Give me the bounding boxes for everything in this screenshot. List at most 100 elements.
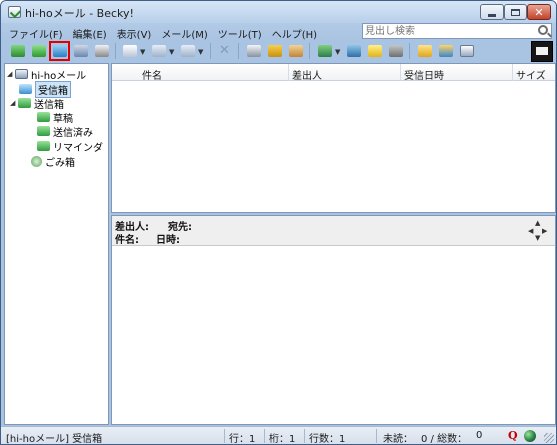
forward-icon: [180, 45, 195, 57]
tree-item-label: hi-hoメール: [31, 70, 87, 82]
menu-view[interactable]: 表示(V): [112, 24, 157, 41]
becky-logo-icon: [531, 41, 553, 62]
status-divider: [224, 429, 225, 443]
check-mail-button[interactable]: [49, 41, 70, 61]
status-bar: [hi-hoメール] 受信箱 行：1 桁：1 行数：1 未読： 0 / 総数： …: [1, 426, 556, 445]
tree-item-label: 送信箱: [34, 99, 64, 111]
column-header-date[interactable]: 受信日時: [404, 67, 444, 82]
toolbar-separator: [309, 43, 310, 59]
window-title: hi-hoメール - Becky!: [25, 7, 134, 20]
main-window: hi-hoメール - Becky! ✕ ファイル(F) 編集(E) 表示(V) …: [0, 0, 557, 445]
reminder-button[interactable]: [365, 42, 384, 60]
status-line-count: 行数：1: [309, 434, 346, 445]
resize-grip-icon[interactable]: [544, 433, 554, 443]
copy-icon: [346, 45, 361, 57]
tree-item-inbox[interactable]: 受信箱: [17, 80, 71, 98]
menu-tools[interactable]: ツール(T): [213, 24, 267, 41]
send-receive-button[interactable]: [71, 42, 90, 60]
print-button[interactable]: [92, 42, 111, 60]
receive-mail-button[interactable]: [8, 42, 27, 60]
minimize-icon: [488, 13, 496, 17]
tree-item-trash[interactable]: ごみ箱: [31, 154, 75, 169]
column-header-size[interactable]: サイズ: [516, 67, 546, 82]
q-icon[interactable]: Q: [508, 429, 520, 443]
toolbar-separator: [409, 43, 410, 59]
delete-button[interactable]: ✕: [215, 42, 234, 60]
header-search-input[interactable]: [363, 24, 533, 38]
search-icon[interactable]: [538, 25, 548, 35]
collapse-arrow-icon[interactable]: ◢: [10, 99, 18, 107]
reply-icon: [151, 45, 166, 57]
column-header-subject[interactable]: 件名: [142, 67, 162, 82]
collapse-arrow-icon[interactable]: ◢: [7, 70, 15, 78]
minimize-button[interactable]: [480, 4, 504, 20]
header-search: [362, 23, 552, 39]
nav-down-icon[interactable]: ▼: [535, 235, 540, 242]
maximize-button[interactable]: [504, 4, 527, 20]
nav-left-icon[interactable]: ◀: [528, 228, 533, 235]
column-header-from[interactable]: 差出人: [292, 67, 322, 82]
pencil-button[interactable]: [265, 42, 284, 60]
folder-tree: ◢ hi-hoメール 受信箱 ◢ 送信箱 草稿 送信済み リマインダ ごみ箱: [4, 63, 109, 425]
pencil-icon: [267, 45, 282, 57]
close-button[interactable]: ✕: [527, 4, 551, 20]
receive-all-icon: [31, 45, 46, 57]
filter-button[interactable]: [244, 42, 263, 60]
mailbox-icon: [15, 69, 28, 79]
forward-dropdown-icon[interactable]: ▼: [198, 48, 203, 56]
move-dropdown-icon[interactable]: ▼: [335, 48, 340, 56]
copy-button[interactable]: [344, 42, 363, 60]
menu-edit[interactable]: 編集(E): [68, 24, 112, 41]
column-divider[interactable]: [400, 64, 401, 81]
trash-icon: [31, 155, 42, 167]
reminder-folder-icon: [37, 141, 50, 151]
message-list-header: 件名 差出人 受信日時 サイズ: [112, 64, 555, 82]
subject-label: 件名:: [115, 235, 139, 246]
nav-right-icon[interactable]: ▶: [542, 228, 547, 235]
menu-bar: ファイル(F) 編集(E) 表示(V) メール(M) ツール(T) ヘルプ(H): [4, 24, 374, 41]
outbox-icon: [18, 98, 31, 108]
toolbar-separator: [238, 43, 239, 59]
preview-pane: 差出人: 宛先: 件名: 日時: ▲ ◀ ▶ ▼: [111, 215, 556, 425]
status-row: 行：1: [229, 434, 256, 445]
nav-up-icon[interactable]: ▲: [535, 220, 540, 227]
status-folder: [hi-hoメール] 受信箱: [6, 434, 103, 445]
globe-icon[interactable]: [524, 430, 536, 442]
status-unread: 未読：: [383, 434, 413, 445]
preview-navigation: ▲ ◀ ▶ ▼: [528, 220, 548, 242]
check-mail-icon: [52, 45, 67, 57]
column-divider[interactable]: [512, 64, 513, 81]
address-book-button[interactable]: [286, 42, 305, 60]
column-divider[interactable]: [288, 64, 289, 81]
toolbar-separator: [210, 43, 211, 59]
new-message-button[interactable]: [120, 42, 139, 60]
app-icon[interactable]: [8, 6, 21, 18]
tree-item-reminder[interactable]: リマインダ: [37, 139, 103, 154]
reply-button[interactable]: [149, 42, 168, 60]
forward-button[interactable]: [178, 42, 197, 60]
archive-icon: [388, 45, 403, 57]
archive-button[interactable]: [386, 42, 405, 60]
receive-all-button[interactable]: [29, 42, 48, 60]
menu-help[interactable]: ヘルプ(H): [267, 24, 322, 41]
settings-button[interactable]: [436, 42, 455, 60]
status-counts: 0 / 総数：: [421, 434, 468, 445]
title-bar[interactable]: hi-hoメール - Becky! ✕: [1, 1, 556, 23]
tree-item-label: 送信済み: [53, 127, 93, 139]
new-message-dropdown-icon[interactable]: ▼: [140, 48, 145, 56]
folder-button[interactable]: [415, 42, 434, 60]
menu-mail[interactable]: メール(M): [156, 24, 212, 41]
status-divider: [304, 429, 305, 443]
move-button[interactable]: [315, 42, 334, 60]
move-icon: [317, 45, 332, 57]
date-label: 日時:: [156, 235, 180, 246]
tree-item-drafts[interactable]: 草稿: [37, 110, 73, 125]
tree-item-account[interactable]: ◢ hi-hoメール: [7, 67, 87, 82]
reply-dropdown-icon[interactable]: ▼: [169, 48, 174, 56]
tree-item-sent[interactable]: 送信済み: [37, 124, 93, 139]
menu-file[interactable]: ファイル(F): [4, 24, 68, 41]
window-layout-button[interactable]: [457, 42, 476, 60]
tree-item-outbox[interactable]: ◢ 送信箱: [10, 96, 64, 111]
new-message-icon: [122, 45, 137, 57]
print-icon: [94, 45, 109, 57]
